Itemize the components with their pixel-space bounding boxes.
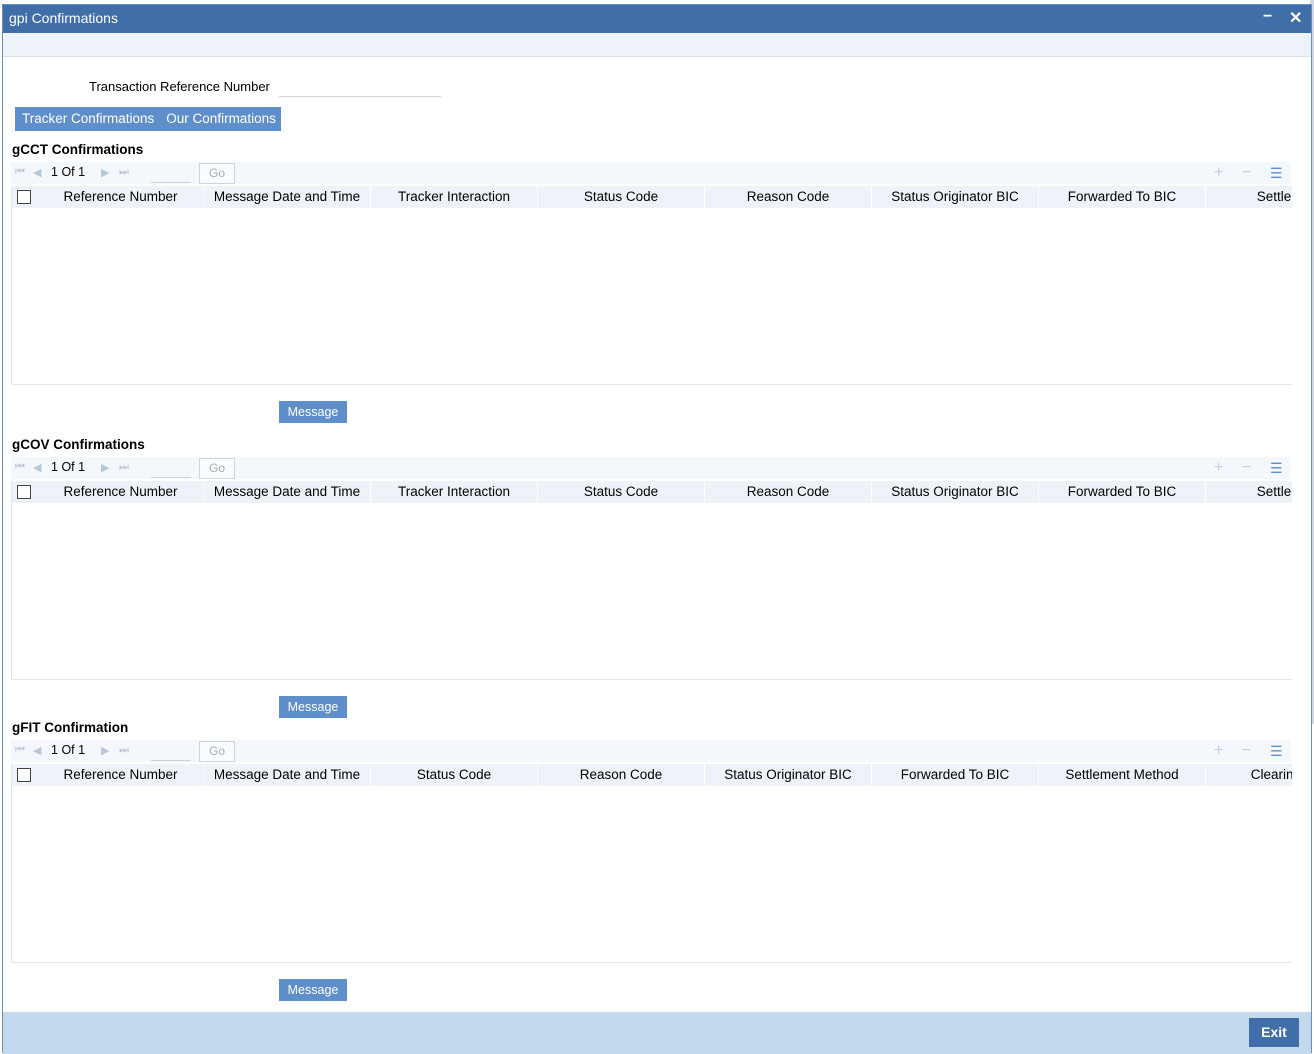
delete-row-icon[interactable]: −	[1242, 459, 1251, 477]
tab-our-confirmations[interactable]: Our Confirmations	[159, 107, 281, 131]
gcov-grid: Reference Number Message Date and Time T…	[11, 481, 1292, 680]
col-header[interactable]: Reason Code	[705, 481, 872, 503]
gcov-select-all-checkbox[interactable]	[17, 485, 31, 499]
gcov-page-input[interactable]	[151, 459, 191, 478]
col-header[interactable]: Forwarded To BIC	[872, 764, 1039, 786]
col-header[interactable]: Status Code	[371, 764, 538, 786]
gcct-select-all-checkbox[interactable]	[17, 190, 31, 204]
next-page-icon[interactable]: ▶	[101, 461, 109, 474]
col-header[interactable]: Status Code	[538, 186, 705, 208]
gcov-grid-header: Reference Number Message Date and Time T…	[12, 481, 1292, 503]
gcov-pager-bar: ⏮ ◀ 1 Of 1 ▶ ⏭ Go + − ☰	[11, 457, 1291, 479]
txn-ref-input[interactable]	[279, 75, 441, 97]
gcct-grid: Reference Number Message Date and Time T…	[11, 186, 1292, 385]
exit-button[interactable]: Exit	[1249, 1018, 1299, 1047]
toolbar-strip	[3, 33, 1311, 57]
prev-page-icon[interactable]: ◀	[33, 744, 41, 757]
gcct-section-title: gCCT Confirmations	[12, 142, 144, 157]
prev-page-icon[interactable]: ◀	[33, 166, 41, 179]
gcct-go-button[interactable]: Go	[199, 163, 235, 184]
window-title: gpi Confirmations	[9, 10, 118, 26]
add-row-icon[interactable]: +	[1214, 459, 1223, 477]
close-icon[interactable]: ✕	[1289, 8, 1302, 28]
col-header[interactable]: Status Code	[538, 481, 705, 503]
col-header[interactable]: Message Date and Time	[204, 481, 371, 503]
gcct-pager-bar: ⏮ ◀ 1 Of 1 ▶ ⏭ Go + − ☰	[11, 162, 1291, 184]
tab-tracker-confirmations[interactable]: Tracker Confirmations	[15, 107, 159, 131]
tab-bar: Tracker Confirmations Our Confirmations	[15, 107, 281, 131]
prev-page-icon[interactable]: ◀	[33, 461, 41, 474]
add-row-icon[interactable]: +	[1214, 164, 1223, 182]
gfit-pager-bar: ⏮ ◀ 1 Of 1 ▶ ⏭ Go + − ☰	[11, 740, 1291, 762]
last-page-icon[interactable]: ⏭	[119, 461, 129, 474]
col-header[interactable]: Status Originator BIC	[705, 764, 872, 786]
col-header[interactable]: Status Originator BIC	[872, 186, 1039, 208]
last-page-icon[interactable]: ⏭	[119, 166, 129, 179]
txn-ref-label: Transaction Reference Number	[89, 79, 270, 94]
col-header[interactable]: Reference Number	[38, 186, 204, 208]
list-view-icon[interactable]: ☰	[1270, 165, 1283, 182]
gcct-grid-header: Reference Number Message Date and Time T…	[12, 186, 1292, 208]
gfit-page-input[interactable]	[151, 742, 191, 761]
col-header[interactable]: Settlement	[1206, 186, 1292, 208]
gcov-message-button[interactable]: Message	[279, 696, 347, 718]
gfit-page-indicator: 1 Of 1	[51, 743, 86, 757]
gcov-page-indicator: 1 Of 1	[51, 460, 86, 474]
delete-row-icon[interactable]: −	[1242, 742, 1251, 760]
col-header[interactable]: Forwarded To BIC	[1039, 481, 1206, 503]
gfit-message-button[interactable]: Message	[279, 979, 347, 1001]
last-page-icon[interactable]: ⏭	[119, 744, 129, 757]
first-page-icon[interactable]: ⏮	[15, 166, 25, 179]
list-view-icon[interactable]: ☰	[1270, 460, 1283, 477]
col-header[interactable]: Clearing Sys	[1206, 764, 1292, 786]
col-header[interactable]: Tracker Interaction	[371, 186, 538, 208]
gfit-go-button[interactable]: Go	[199, 741, 235, 762]
title-bar: gpi Confirmations − ✕	[3, 5, 1311, 33]
footer-bar: Exit	[3, 1012, 1311, 1054]
gfit-grid: Reference Number Message Date and Time S…	[11, 764, 1292, 963]
next-page-icon[interactable]: ▶	[101, 166, 109, 179]
col-header[interactable]: Reason Code	[705, 186, 872, 208]
first-page-icon[interactable]: ⏮	[15, 461, 25, 474]
col-header[interactable]: Tracker Interaction	[371, 481, 538, 503]
col-header[interactable]: Message Date and Time	[204, 186, 371, 208]
gcct-message-button[interactable]: Message	[279, 401, 347, 423]
gfit-section-title: gFIT Confirmation	[12, 720, 129, 735]
list-view-icon[interactable]: ☰	[1270, 743, 1283, 760]
col-header[interactable]: Status Originator BIC	[872, 481, 1039, 503]
next-page-icon[interactable]: ▶	[101, 744, 109, 757]
delete-row-icon[interactable]: −	[1242, 164, 1251, 182]
gcct-page-input[interactable]	[151, 164, 191, 183]
gpi-confirmations-window: gpi Confirmations − ✕ Transaction Refere…	[2, 4, 1312, 1054]
col-header[interactable]: Reference Number	[38, 481, 204, 503]
col-header[interactable]: Forwarded To BIC	[1039, 186, 1206, 208]
col-header[interactable]: Settlement	[1206, 481, 1292, 503]
gcov-go-button[interactable]: Go	[199, 458, 235, 479]
add-row-icon[interactable]: +	[1214, 742, 1223, 760]
gcov-section-title: gCOV Confirmations	[12, 437, 145, 452]
col-header[interactable]: Message Date and Time	[204, 764, 371, 786]
gfit-select-all-checkbox[interactable]	[17, 768, 31, 782]
col-header[interactable]: Settlement Method	[1039, 764, 1206, 786]
first-page-icon[interactable]: ⏮	[15, 744, 25, 757]
col-header[interactable]: Reference Number	[38, 764, 204, 786]
gfit-grid-header: Reference Number Message Date and Time S…	[12, 764, 1292, 786]
gcct-page-indicator: 1 Of 1	[51, 165, 86, 179]
col-header[interactable]: Reason Code	[538, 764, 705, 786]
minimize-icon[interactable]: −	[1263, 8, 1272, 26]
